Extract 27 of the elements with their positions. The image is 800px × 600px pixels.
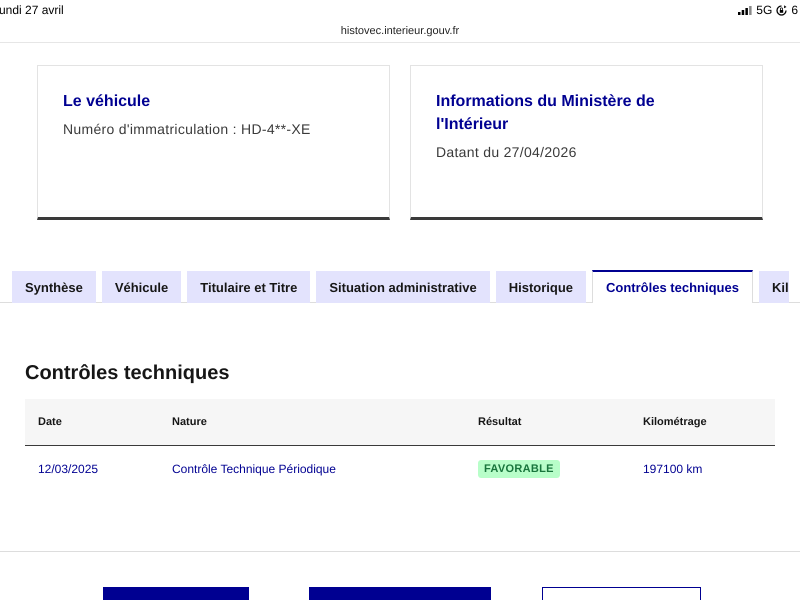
tab[interactable]: Situation administrative: [316, 271, 490, 303]
tab[interactable]: Contrôles techniques: [592, 270, 753, 303]
nature-cell: Contrôle Technique Périodique: [172, 462, 336, 476]
mileage-cell: 197100 km: [643, 462, 702, 476]
card-title: Informations du Ministère de l'Intérieur: [436, 92, 656, 135]
tab[interactable]: Historique: [496, 271, 586, 303]
section-heading: Contrôles techniques: [25, 361, 230, 386]
network-label: 5G: [756, 3, 772, 17]
column-header: Résultat: [478, 416, 522, 428]
tab[interactable]: Synthèse: [12, 271, 96, 303]
column-header: Nature: [172, 416, 207, 428]
date-cell: 12/03/2025: [38, 462, 98, 476]
card-text: Numéro d'immatriculation : HD-4**-XE: [63, 120, 312, 139]
card-text: Datant du 27/04/2026: [436, 143, 578, 162]
rotation-lock-icon: [776, 4, 788, 16]
action-button[interactable]: [542, 587, 701, 600]
column-header: Date: [38, 416, 62, 428]
column-header: Kilométrage: [643, 416, 707, 428]
tab[interactable]: Véhicule: [102, 271, 182, 303]
signal-icon: [738, 6, 752, 14]
status-date: undi 27 avril: [0, 3, 64, 17]
result-badge: FAVORABLE: [478, 460, 560, 478]
card-title: Le véhicule: [63, 92, 152, 112]
battery-percent: 6: [791, 3, 798, 17]
address-bar-url[interactable]: histovec.interieur.gouv.fr: [340, 25, 460, 37]
tab[interactable]: Titulaire et Titre: [187, 271, 310, 303]
tab[interactable]: Kil: [758, 271, 789, 303]
